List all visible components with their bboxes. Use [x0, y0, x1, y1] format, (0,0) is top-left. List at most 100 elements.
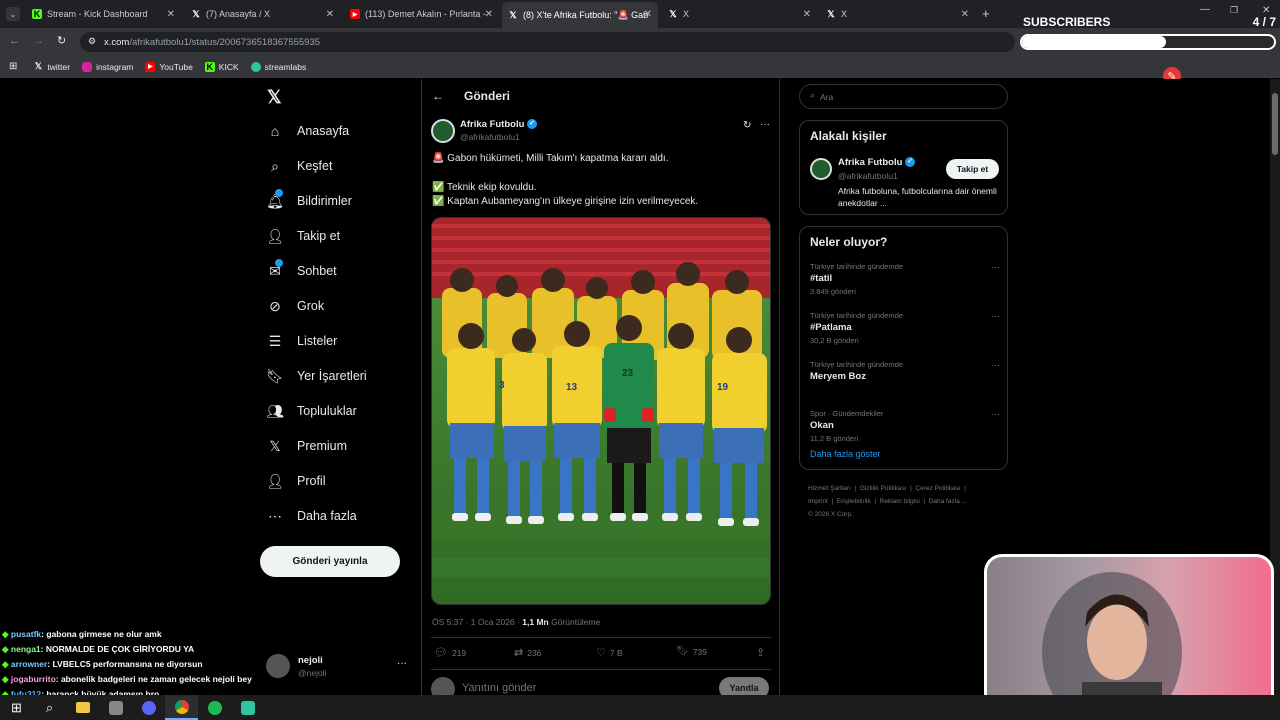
app-icon[interactable] — [99, 695, 132, 720]
more-icon[interactable]: ··· — [397, 658, 407, 669]
bookmark-twitter[interactable]: 𝕏twitter — [33, 61, 70, 72]
trend-item[interactable]: Türkiye tarihinde gündemde #Patlama 30,2 B… — [810, 311, 1000, 345]
streaming-app-icon[interactable] — [231, 695, 264, 720]
author-name[interactable]: Afrika Futbolu ✓ — [460, 119, 538, 130]
home-icon: ⌂ — [270, 123, 280, 139]
grok-icon[interactable]: ↻ — [743, 120, 751, 131]
browser-tab[interactable]: ▶ (113) Demet Akalın - Pırlanta - ✕ — [344, 4, 499, 24]
footer-link[interactable]: Gizlilik Politikası — [860, 485, 907, 492]
reload-icon[interactable]: ↻ — [57, 34, 66, 47]
search-icon[interactable]: ⌕ — [33, 695, 66, 720]
discord-icon[interactable] — [132, 695, 165, 720]
trend-more-icon[interactable]: ··· — [991, 409, 1000, 419]
trend-item[interactable]: Türkiye tarihinde gündemde Meryem Boz ··· — [810, 360, 1000, 385]
search-box[interactable]: ⌕ Ara — [799, 84, 1008, 109]
footer-link[interactable]: Çerez Politikası — [915, 485, 960, 492]
repost-icon: ⇄ — [514, 647, 524, 659]
verified-icon: ✓ — [905, 157, 916, 168]
trend-item[interactable]: Türkiye tarihinde gündemde #tatil 3.849 gö… — [810, 262, 1000, 296]
chat-text: : LVBELC5 performansına ne diyorsun — [47, 659, 203, 669]
reply-button[interactable]: Yanıtla — [719, 677, 769, 695]
tab-search-button[interactable]: ⌄ — [6, 7, 20, 21]
nav-item-communities[interactable]: 👥︎ Topluluklar — [266, 403, 357, 419]
apps-icon[interactable]: ⊞ — [9, 61, 17, 72]
browser-tab[interactable]: 𝕏 X ✕ — [662, 4, 817, 24]
scrollbar-thumb[interactable] — [1272, 93, 1278, 155]
post-button[interactable]: Gönderi yayınla — [260, 546, 400, 577]
browser-tab[interactable]: 𝕏 X ✕ — [820, 4, 975, 24]
forward-icon[interactable]: → — [33, 35, 44, 47]
trend-item[interactable]: Spor · Gündemdekiler Okan 11,2 B gönderi ··… — [810, 409, 1000, 443]
footer-link[interactable]: Hizmet Şartları — [808, 485, 851, 492]
nav-item-premium[interactable]: 𝕏 Premium — [267, 438, 347, 454]
author-avatar[interactable] — [431, 119, 455, 143]
youtube-icon: ▶ — [350, 9, 360, 19]
trend-more-icon[interactable]: ··· — [991, 262, 1000, 272]
windows-start-icon[interactable]: ⊞ — [0, 695, 33, 720]
related-avatar[interactable] — [810, 158, 832, 180]
nav-item-messages[interactable]: ✉ Sohbet — [267, 259, 337, 279]
chat-username[interactable]: nenga1 — [11, 644, 41, 654]
footer-link[interactable]: Erişilebilirlik — [837, 498, 871, 505]
chrome-icon[interactable] — [165, 695, 198, 720]
post-more-icon[interactable]: ··· — [760, 119, 770, 130]
show-more-link[interactable]: Daha fazla göster — [810, 449, 881, 459]
browser-tab[interactable]: K Stream - Kick Dashboard ✕ — [26, 4, 181, 24]
browser-tab[interactable]: 𝕏 (7) Anasayfa / X ✕ — [185, 4, 340, 24]
footer-link[interactable]: Imprint — [808, 498, 828, 505]
close-icon[interactable]: ✕ — [485, 9, 493, 20]
back-icon[interactable]: ← — [9, 35, 20, 47]
spotify-icon[interactable] — [198, 695, 231, 720]
author-handle: @afrikafutbolu1 — [460, 132, 520, 142]
nav-item-more[interactable]: ⋯ Daha fazla — [267, 508, 357, 524]
bookmark-instagram[interactable]: instagram — [82, 61, 133, 72]
post-image[interactable]: 3 13 19 23 — [431, 217, 771, 605]
site-info-icon[interactable]: ⚙ — [88, 36, 96, 47]
footer-link[interactable]: Daha fazla ... — [929, 498, 967, 505]
divider — [431, 669, 771, 670]
close-icon[interactable]: ✕ — [167, 9, 175, 20]
x-icon: 𝕏 — [827, 8, 835, 19]
nav-item-home[interactable]: ⌂ Anasayfa — [267, 123, 349, 139]
trend-more-icon[interactable]: ··· — [991, 311, 1000, 321]
new-tab-button[interactable]: + — [982, 6, 990, 21]
repost-action[interactable]: ⇄ 236 — [514, 646, 541, 659]
close-icon[interactable]: ✕ — [961, 9, 969, 20]
share-icon[interactable]: ⇪ — [756, 646, 765, 659]
browser-tab-active[interactable]: 𝕏 (8) X'te Afrika Futbolu: "🚨 Gab ✕ — [502, 2, 658, 28]
nav-item-lists[interactable]: ☰ Listeler — [267, 333, 338, 349]
footer-link[interactable]: Reklam bilgisi — [880, 498, 920, 505]
close-icon[interactable]: ✕ — [644, 9, 652, 20]
trend-more-icon[interactable]: ··· — [991, 360, 1000, 370]
follow-button[interactable]: Takip et — [946, 159, 999, 179]
trend-meta: Spor · Gündemdekiler — [810, 409, 884, 418]
bookmark-youtube[interactable]: ▶ YouTube — [145, 61, 193, 72]
reply-action[interactable]: 💬︎ 219 — [434, 646, 466, 659]
search-icon: ⌕ — [810, 90, 816, 100]
nav-item-bookmarks[interactable]: 🔖︎ Yer İşaretleri — [266, 368, 367, 384]
bookmark-action[interactable]: 🔖︎ 739 — [676, 646, 707, 657]
like-action[interactable]: ♡ 7 B — [596, 646, 623, 659]
nav-item-grok[interactable]: ⊘ Grok — [267, 298, 324, 314]
nav-item-explore[interactable]: ⌕ Keşfet — [267, 158, 332, 174]
account-name: nejoli — [298, 655, 323, 666]
reply-input[interactable]: Yanıtını gönder — [462, 682, 536, 694]
nav-item-notifications[interactable]: 🔔︎ Bildirimler — [266, 189, 352, 209]
account-switcher[interactable]: nejoli @nejoli ··· — [266, 652, 416, 680]
close-icon[interactable]: ✕ — [803, 9, 811, 20]
x-logo-icon[interactable]: 𝕏 — [267, 87, 282, 108]
nav-item-follow[interactable]: 👤︎ Takip et — [266, 228, 340, 244]
chat-username[interactable]: jogaburrito — [11, 674, 56, 684]
post-timestamp[interactable]: ÖS 5:37 · 1 Oca 2026 · 1,1 Mn Görüntülem… — [432, 617, 600, 627]
related-name[interactable]: Afrika Futbolu ✓ — [838, 157, 916, 168]
file-explorer-icon[interactable] — [66, 695, 99, 720]
nav-item-profile[interactable]: 👤︎ Profil — [266, 473, 325, 489]
chat-username[interactable]: arrowner — [11, 659, 47, 669]
bookmark-kick[interactable]: K KICK — [204, 61, 239, 72]
url-field[interactable]: ⚙ x.com/afrikafutbolu1/status/2006736518… — [80, 32, 1015, 52]
subscriber-goal-overlay: SUBSCRIBERS 4 / 7 — [1018, 12, 1276, 52]
chat-username[interactable]: pusatfk — [11, 629, 41, 639]
back-arrow-icon[interactable]: ← — [432, 89, 444, 103]
bookmark-streamlabs[interactable]: streamlabs — [250, 61, 306, 72]
close-icon[interactable]: ✕ — [326, 9, 334, 20]
